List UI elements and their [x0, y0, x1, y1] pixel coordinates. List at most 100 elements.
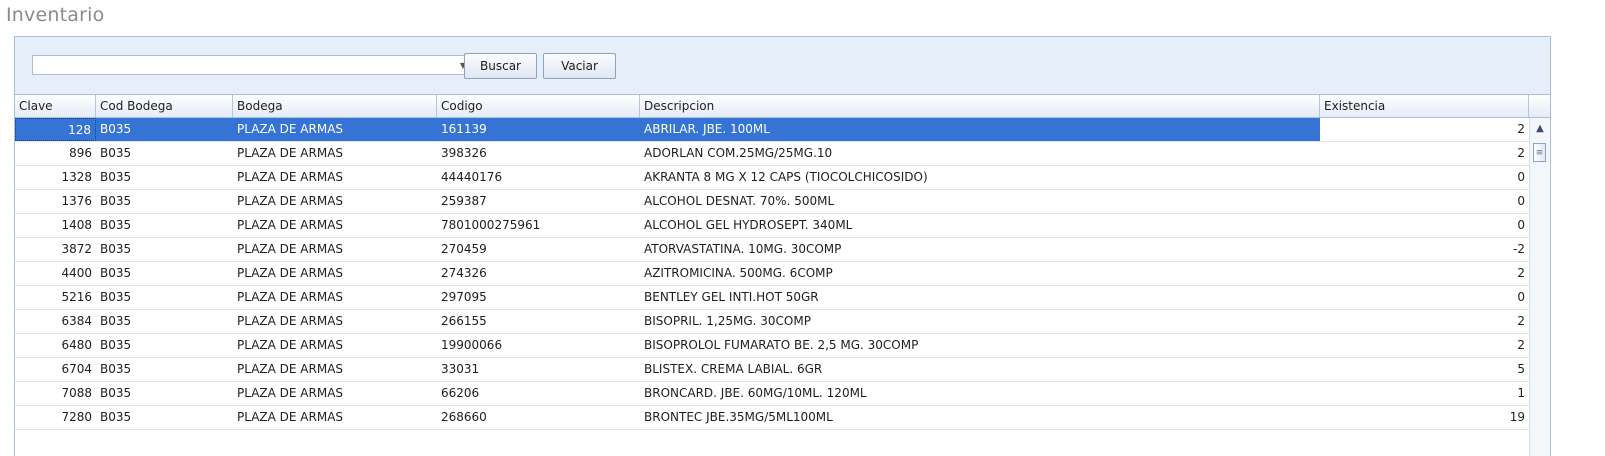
table-row[interactable]: 6480 B035 PLAZA DE ARMAS 19900066 BISOPROLOL… [15, 334, 1529, 358]
cell-descripcion[interactable]: ALCOHOL GEL HYDROSEPT. 340ML [640, 214, 1320, 237]
cell-codigo[interactable]: 266155 [437, 310, 640, 333]
vaciar-button[interactable]: Vaciar [543, 53, 616, 79]
cell-existencia[interactable]: -2 [1320, 238, 1529, 261]
cell-clave[interactable]: 4400 [15, 262, 96, 285]
cell-codigo[interactable]: 270459 [437, 238, 640, 261]
scroll-thumb-grip-icon[interactable]: ≡ [1533, 143, 1546, 162]
table-row[interactable]: 896 B035 PLAZA DE ARMAS 398326 ADORLAN COM.2… [15, 142, 1529, 166]
cell-clave[interactable]: 6480 [15, 334, 96, 357]
cell-existencia[interactable]: 2 [1320, 142, 1529, 165]
cell-existencia[interactable]: 2 [1320, 118, 1529, 141]
column-header-cod-bodega[interactable]: Cod Bodega [96, 95, 233, 117]
cell-clave[interactable]: 7088 [15, 382, 96, 405]
cell-bodega[interactable]: PLAZA DE ARMAS [233, 310, 437, 333]
cell-cod-bodega[interactable]: B035 [96, 382, 233, 405]
table-row[interactable]: 128 B035 PLAZA DE ARMAS 161139 ABRILAR. JBE.… [15, 118, 1529, 142]
cell-bodega[interactable]: PLAZA DE ARMAS [233, 286, 437, 309]
cell-codigo[interactable]: 19900066 [437, 334, 640, 357]
cell-descripcion[interactable]: ADORLAN COM.25MG/25MG.10 [640, 142, 1320, 165]
cell-clave[interactable]: 1376 [15, 190, 96, 213]
cell-bodega[interactable]: PLAZA DE ARMAS [233, 262, 437, 285]
cell-bodega[interactable]: PLAZA DE ARMAS [233, 334, 437, 357]
cell-descripcion[interactable]: BISOPRIL. 1,25MG. 30COMP [640, 310, 1320, 333]
table-row[interactable]: 7088 B035 PLAZA DE ARMAS 66206 BRONCARD. JBE… [15, 382, 1529, 406]
cell-codigo[interactable]: 7801000275961 [437, 214, 640, 237]
cell-bodega[interactable]: PLAZA DE ARMAS [233, 142, 437, 165]
column-header-descripcion[interactable]: Descripcion [640, 95, 1320, 117]
cell-clave[interactable]: 3872 [15, 238, 96, 261]
cell-descripcion[interactable]: ABRILAR. JBE. 100ML [640, 118, 1320, 141]
column-header-bodega[interactable]: Bodega [233, 95, 437, 117]
cell-existencia[interactable]: 19 [1320, 406, 1529, 429]
cell-codigo[interactable]: 268660 [437, 406, 640, 429]
table-row[interactable]: 3872 B035 PLAZA DE ARMAS 270459 ATORVASTATIN… [15, 238, 1529, 262]
cell-descripcion[interactable]: BLISTEX. CREMA LABIAL. 6GR [640, 358, 1320, 381]
search-input[interactable] [35, 57, 451, 73]
cell-bodega[interactable]: PLAZA DE ARMAS [233, 382, 437, 405]
cell-cod-bodega[interactable]: B035 [96, 214, 233, 237]
cell-cod-bodega[interactable]: B035 [96, 334, 233, 357]
cell-descripcion[interactable]: ALCOHOL DESNAT. 70%. 500ML [640, 190, 1320, 213]
table-row[interactable]: 5216 B035 PLAZA DE ARMAS 297095 BENTLEY GEL … [15, 286, 1529, 310]
cell-clave[interactable]: 5216 [15, 286, 96, 309]
cell-existencia[interactable]: 2 [1320, 334, 1529, 357]
cell-bodega[interactable]: PLAZA DE ARMAS [233, 406, 437, 429]
cell-bodega[interactable]: PLAZA DE ARMAS [233, 238, 437, 261]
cell-cod-bodega[interactable]: B035 [96, 142, 233, 165]
column-header-existencia[interactable]: Existencia [1320, 95, 1529, 117]
table-row[interactable]: 7280 B035 PLAZA DE ARMAS 268660 BRONTEC JBE.… [15, 406, 1529, 430]
cell-cod-bodega[interactable]: B035 [96, 310, 233, 333]
column-header-clave[interactable]: Clave [15, 95, 96, 117]
cell-bodega[interactable]: PLAZA DE ARMAS [233, 358, 437, 381]
table-row[interactable]: 1408 B035 PLAZA DE ARMAS 7801000275961 ALCOH… [15, 214, 1529, 238]
cell-descripcion[interactable]: AKRANTA 8 MG X 12 CAPS (TIOCOLCHICOSIDO) [640, 166, 1320, 189]
cell-codigo[interactable]: 297095 [437, 286, 640, 309]
cell-cod-bodega[interactable]: B035 [96, 406, 233, 429]
cell-bodega[interactable]: PLAZA DE ARMAS [233, 166, 437, 189]
cell-bodega[interactable]: PLAZA DE ARMAS [233, 118, 437, 141]
cell-existencia[interactable]: 0 [1320, 166, 1529, 189]
cell-bodega[interactable]: PLAZA DE ARMAS [233, 214, 437, 237]
cell-existencia[interactable]: 0 [1320, 214, 1529, 237]
table-row[interactable]: 6704 B035 PLAZA DE ARMAS 33031 BLISTEX. CREM… [15, 358, 1529, 382]
cell-codigo[interactable]: 66206 [437, 382, 640, 405]
cell-descripcion[interactable]: ATORVASTATINA. 10MG. 30COMP [640, 238, 1320, 261]
cell-cod-bodega[interactable]: B035 [96, 286, 233, 309]
cell-codigo[interactable]: 274326 [437, 262, 640, 285]
cell-cod-bodega[interactable]: B035 [96, 358, 233, 381]
cell-cod-bodega[interactable]: B035 [96, 118, 233, 141]
scroll-up-arrow-icon[interactable]: ▲ [1533, 121, 1547, 135]
cell-clave[interactable]: 6704 [15, 358, 96, 381]
cell-clave[interactable]: 7280 [15, 406, 96, 429]
cell-descripcion[interactable]: BENTLEY GEL INTI.HOT 50GR [640, 286, 1320, 309]
cell-clave[interactable]: 128 [15, 118, 96, 141]
cell-clave[interactable]: 1328 [15, 166, 96, 189]
cell-codigo[interactable]: 33031 [437, 358, 640, 381]
table-row[interactable]: 1328 B035 PLAZA DE ARMAS 44440176 AKRANTA 8 … [15, 166, 1529, 190]
cell-codigo[interactable]: 259387 [437, 190, 640, 213]
table-row[interactable]: 1376 B035 PLAZA DE ARMAS 259387 ALCOHOL DESN… [15, 190, 1529, 214]
cell-clave[interactable]: 896 [15, 142, 96, 165]
vertical-scrollbar[interactable]: ▲ ≡ [1529, 118, 1550, 456]
search-combo[interactable]: ▼ [32, 55, 473, 75]
cell-codigo[interactable]: 44440176 [437, 166, 640, 189]
column-header-codigo[interactable]: Codigo [437, 95, 640, 117]
cell-clave[interactable]: 6384 [15, 310, 96, 333]
cell-existencia[interactable]: 1 [1320, 382, 1529, 405]
cell-existencia[interactable]: 0 [1320, 286, 1529, 309]
cell-cod-bodega[interactable]: B035 [96, 238, 233, 261]
cell-existencia[interactable]: 0 [1320, 190, 1529, 213]
cell-descripcion[interactable]: BISOPROLOL FUMARATO BE. 2,5 MG. 30COMP [640, 334, 1320, 357]
cell-cod-bodega[interactable]: B035 [96, 166, 233, 189]
cell-descripcion[interactable]: BRONCARD. JBE. 60MG/10ML. 120ML [640, 382, 1320, 405]
cell-descripcion[interactable]: AZITROMICINA. 500MG. 6COMP [640, 262, 1320, 285]
cell-descripcion[interactable]: BRONTEC JBE.35MG/5ML100ML [640, 406, 1320, 429]
cell-cod-bodega[interactable]: B035 [96, 190, 233, 213]
table-row[interactable]: 4400 B035 PLAZA DE ARMAS 274326 AZITROMICINA… [15, 262, 1529, 286]
cell-existencia[interactable]: 2 [1320, 310, 1529, 333]
cell-codigo[interactable]: 161139 [437, 118, 640, 141]
cell-codigo[interactable]: 398326 [437, 142, 640, 165]
table-row[interactable]: 6384 B035 PLAZA DE ARMAS 266155 BISOPRIL. 1,… [15, 310, 1529, 334]
cell-cod-bodega[interactable]: B035 [96, 262, 233, 285]
cell-clave[interactable]: 1408 [15, 214, 96, 237]
